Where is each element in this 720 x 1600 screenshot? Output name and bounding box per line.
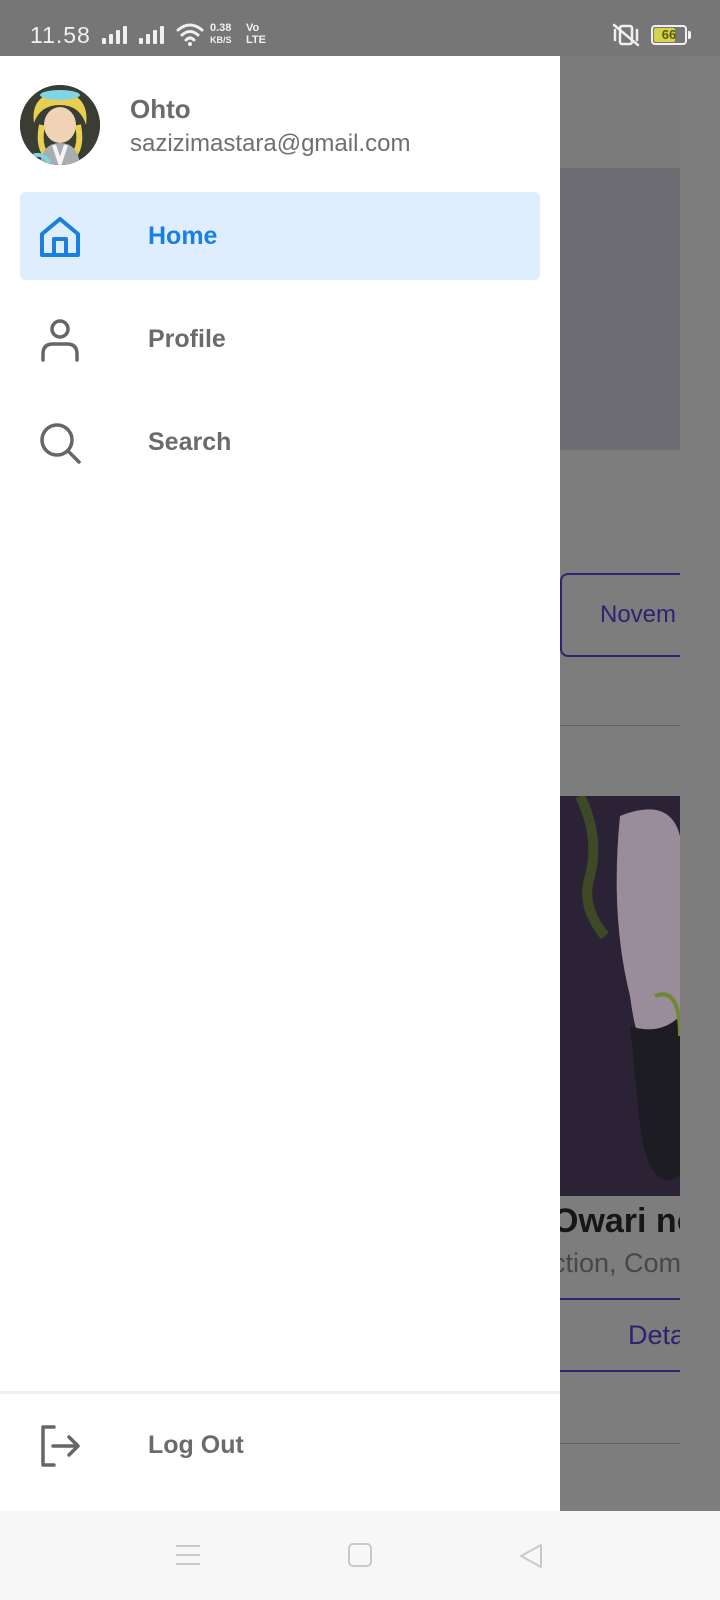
divider (560, 725, 680, 726)
nav-label-search: Search (148, 428, 232, 456)
battery-tip (688, 31, 691, 39)
network-speed: 0.38 KB/S (210, 22, 232, 45)
scrim-edge (680, 56, 720, 1511)
logout-icon (41, 1425, 80, 1467)
poster-art (575, 796, 680, 1181)
menu-icon[interactable] (175, 1543, 201, 1567)
drawer-divider (0, 1391, 560, 1394)
person-icon (41, 319, 79, 362)
home-icon (40, 217, 80, 257)
nav-label-home: Home (148, 222, 218, 250)
avatar[interactable] (20, 85, 100, 165)
wifi-icon (176, 23, 204, 46)
divider (560, 1443, 680, 1444)
logout-label: Log Out (148, 1431, 244, 1459)
logout-button[interactable]: Log Out (20, 1401, 540, 1489)
vibrate-off-icon (612, 23, 640, 47)
navigation-drawer: Ohto sazizimastara@gmail.com Home Profil… (0, 56, 560, 1511)
status-time: 11.58 (30, 22, 91, 48)
battery-icon: 66 (651, 25, 687, 45)
nav-label-profile: Profile (148, 325, 226, 353)
anime-poster (560, 796, 680, 1196)
nav-item-home[interactable]: Home (20, 192, 540, 280)
volte-indicator: Vo LTE (246, 22, 266, 46)
signal-icon (102, 26, 132, 44)
nav-item-profile[interactable]: Profile (20, 295, 540, 383)
detail-button: Deta (560, 1298, 700, 1372)
anime-genres: ction, Come (552, 1248, 697, 1278)
home-square-icon[interactable] (348, 1543, 372, 1567)
signal-icon (139, 26, 169, 44)
status-bar: 11.58 0.38 KB/S Vo LTE 66 (0, 0, 720, 56)
nav-item-search[interactable]: Search (20, 398, 540, 486)
anime-title: Owari no (552, 1202, 698, 1240)
user-email: sazizimastara@gmail.com (130, 130, 411, 157)
back-icon[interactable] (518, 1543, 544, 1569)
avatar-image (20, 85, 100, 165)
search-icon (40, 423, 81, 464)
user-name: Ohto (130, 94, 191, 124)
system-nav-bar (0, 1511, 720, 1600)
